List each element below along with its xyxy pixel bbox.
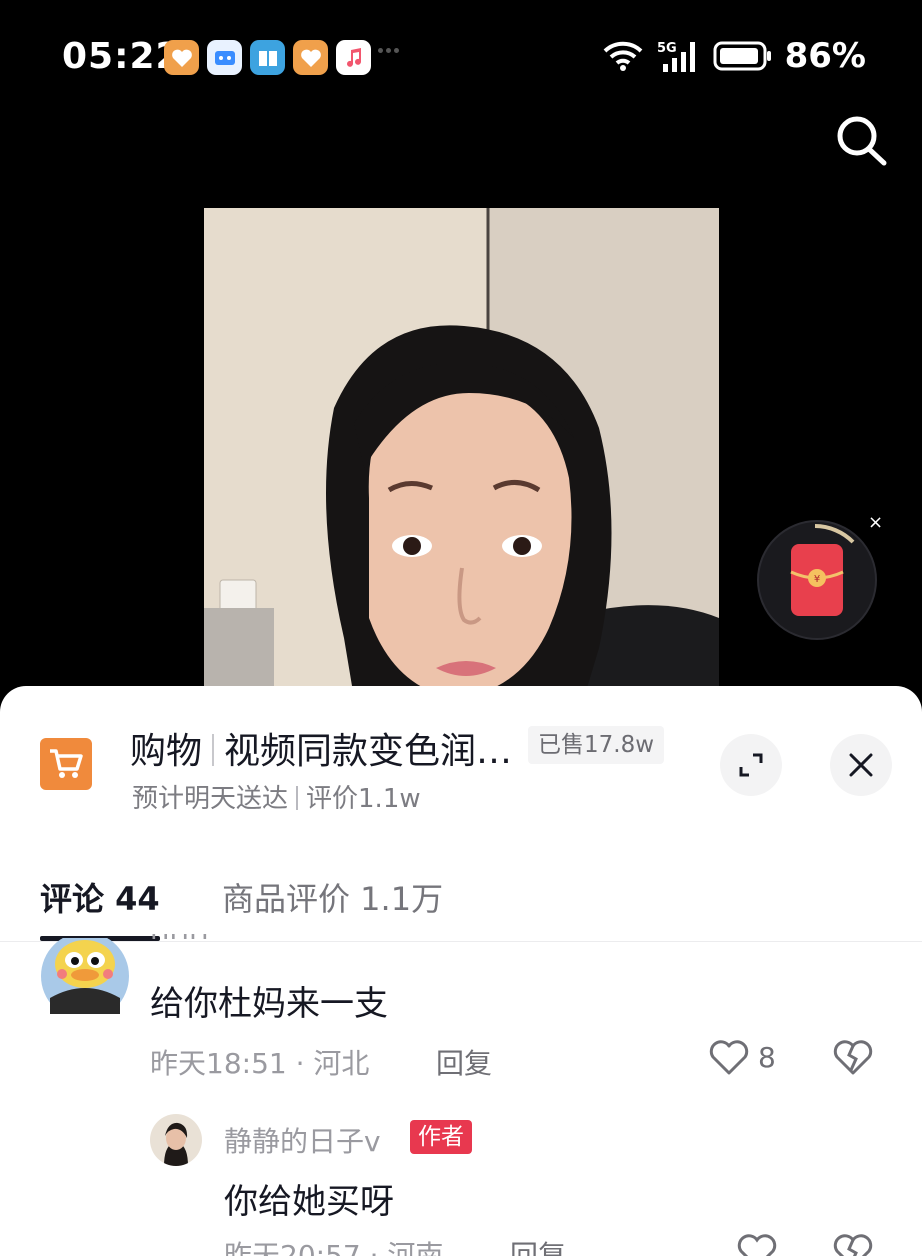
like-button[interactable]: [736, 1232, 778, 1256]
battery-percent: 86%: [784, 36, 866, 76]
reply-time: 昨天20:57: [224, 1239, 361, 1256]
search-icon: [837, 116, 887, 166]
product-subtitle: 预计明天送达 评价1.1w: [132, 778, 421, 815]
reply-button[interactable]: 回复: [436, 1042, 492, 1082]
close-red-packet-icon[interactable]: ×: [868, 512, 883, 533]
close-icon: [849, 753, 873, 777]
rating-count: 评价1.1w: [306, 784, 421, 814]
red-envelope-icon: ¥: [790, 524, 855, 616]
tab-bar: 评论 44 商品评价 1.1万: [0, 858, 922, 942]
broken-heart-icon: [833, 1234, 873, 1256]
battery-icon: [713, 41, 771, 71]
expand-button[interactable]: [720, 734, 782, 796]
status-bar: 05:22 5G 86%: [0, 0, 922, 112]
video-frame-image: [204, 208, 719, 698]
like-count: 8: [758, 1040, 776, 1074]
music-app-icon: [336, 40, 371, 75]
comment-meta: 昨天18:51 · 河北: [150, 1047, 370, 1080]
red-packet-button[interactable]: ¥: [757, 520, 877, 640]
heart-icon: [737, 1234, 777, 1256]
shopping-cart-icon: [40, 738, 92, 790]
health-icon: [164, 40, 199, 75]
network-type: 5G: [657, 41, 677, 56]
notification-icons: [164, 40, 371, 75]
svg-text:¥: ¥: [814, 574, 820, 585]
comment-sheet: 购物 视频同款变色润… 已售17.8w 预计明天送达 评价1.1w 评论 44 商品…: [0, 686, 922, 1256]
dislike-button[interactable]: [832, 1232, 874, 1256]
close-button[interactable]: [830, 734, 892, 796]
wifi-icon: [603, 41, 642, 71]
divider: [212, 734, 215, 766]
reply-username[interactable]: 静静的日子v: [224, 1120, 381, 1160]
product-title[interactable]: 购物 视频同款变色润…: [130, 722, 512, 774]
sold-count-badge: 已售17.8w: [528, 726, 665, 764]
expand-icon: [739, 753, 763, 777]
tab-product-reviews[interactable]: 商品评价 1.1万: [222, 874, 443, 920]
dislike-button[interactable]: [832, 1038, 874, 1080]
video-player[interactable]: [204, 208, 719, 698]
like-button[interactable]: 8: [708, 1038, 776, 1076]
heart-icon: [709, 1040, 749, 1075]
reply-text: 你给她买呀: [224, 1182, 394, 1222]
tab-comments[interactable]: 评论 44: [40, 874, 160, 920]
reply-meta: 昨天20:57 · 河南: [224, 1234, 443, 1256]
product-name: 视频同款变色润…: [224, 731, 513, 772]
product-category: 购物: [130, 731, 203, 772]
search-button[interactable]: [832, 110, 892, 170]
book-app-icon: [250, 40, 285, 75]
comment-location: 河北: [313, 1047, 370, 1080]
comment-time: 昨天18:51: [150, 1047, 287, 1080]
author-badge: 作者: [410, 1120, 472, 1154]
avatar[interactable]: [150, 1114, 202, 1166]
more-notifications-icon: [378, 48, 399, 53]
broken-heart-icon: [833, 1040, 873, 1075]
comment-text: 给你杜妈来一支: [150, 984, 388, 1024]
signal-icon: 5G: [657, 41, 695, 72]
health-icon: [293, 40, 328, 75]
divider: [296, 786, 299, 810]
video-app-icon: [207, 40, 242, 75]
delivery-estimate: 预计明天送达: [132, 784, 289, 814]
reply-button[interactable]: 回复: [510, 1234, 566, 1256]
avatar[interactable]: [40, 938, 130, 1014]
comment-username[interactable]: HHH: [150, 934, 218, 944]
reply-location: 河南: [387, 1239, 444, 1256]
system-status: 5G 86%: [601, 36, 866, 76]
